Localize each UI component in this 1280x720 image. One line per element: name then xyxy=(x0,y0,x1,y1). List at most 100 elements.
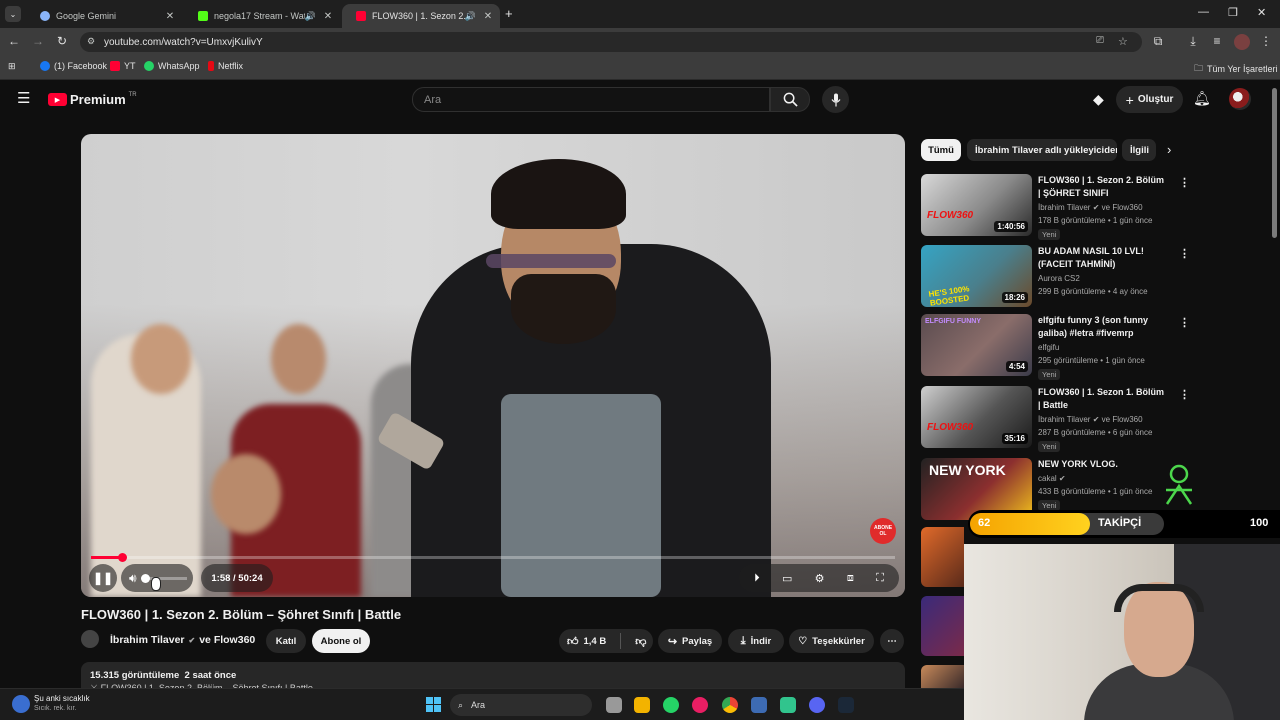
play-logo-icon: ▶ xyxy=(48,93,67,106)
address-bar[interactable]: ⚙ youtube.com/watch?v=UmxvjKulivY ⎚ ☆ xyxy=(80,32,1142,52)
bookmark-facebook[interactable]: (1) Facebook xyxy=(40,61,107,71)
app-icon[interactable] xyxy=(780,697,796,713)
hamburger-menu-icon[interactable]: ☰ xyxy=(17,91,30,106)
tab-gemini[interactable]: Google Gemini ✕ xyxy=(26,4,182,28)
tab-kick[interactable]: negola17 Stream - Watch L 🔊 ✕ xyxy=(184,4,340,28)
more-actions-button[interactable]: ⋯ xyxy=(880,629,904,653)
rec-channel[interactable]: İbrahim Tilaver ✔ ve Flow360 xyxy=(1038,415,1143,424)
media-player-icon[interactable] xyxy=(692,697,708,713)
chevron-right-icon[interactable]: › xyxy=(1167,142,1171,157)
more-vertical-icon[interactable]: ⋮ xyxy=(1179,176,1190,189)
subscribe-watermark-logo[interactable]: ABONE OL xyxy=(870,518,896,544)
whatsapp-icon[interactable] xyxy=(663,697,679,713)
video-thumbnail[interactable]: ELFGIFU FUNNY 4:54 xyxy=(921,314,1032,376)
video-thumbnail[interactable] xyxy=(921,596,964,656)
premium-diamond-icon[interactable]: ◆ xyxy=(1093,91,1104,108)
close-icon[interactable]: ✕ xyxy=(320,11,336,22)
thumbs-down-icon[interactable]: 👎︎ xyxy=(635,635,646,648)
more-vertical-icon[interactable]: ⋮ xyxy=(1179,247,1190,260)
account-avatar[interactable] xyxy=(1229,88,1251,110)
chip-all[interactable]: Tümü xyxy=(921,139,961,161)
join-button[interactable]: Katıl xyxy=(266,629,306,653)
restore-icon[interactable]: ❐ xyxy=(1228,6,1238,19)
miniplayer-icon[interactable]: ⧈ xyxy=(847,572,854,585)
bookmark-whatsapp[interactable]: WhatsApp xyxy=(144,61,200,71)
subscribe-button[interactable]: Abone ol xyxy=(312,629,370,653)
video-thumbnail[interactable]: FLOW360 35:16 xyxy=(921,386,1032,448)
close-window-icon[interactable]: ✕ xyxy=(1257,6,1266,19)
chip-uploader[interactable]: İbrahim Tilaver adlı yükleyiciden xyxy=(967,139,1117,161)
channel-avatar[interactable] xyxy=(81,630,99,648)
rec-channel[interactable]: cakal ✔ xyxy=(1038,474,1066,483)
like-button[interactable]: 👍︎ 1,4 B xyxy=(567,635,606,648)
recommendation-item[interactable]: HE'S 100% BOOSTED 18:26 BU ADAM NASIL 10… xyxy=(921,245,1190,309)
rec-channel[interactable]: elfgifu xyxy=(1038,343,1059,352)
profile-avatar[interactable] xyxy=(1234,34,1250,50)
download-icon[interactable]: ⤓ xyxy=(1185,34,1201,49)
channel-name[interactable]: İbrahim Tilaver ✔ ve Flow360 xyxy=(110,634,255,646)
video-thumbnail[interactable] xyxy=(921,665,964,688)
notifications-bell-icon[interactable]: 🔔︎ xyxy=(1193,90,1211,107)
settings-gear-icon[interactable]: ⚙ xyxy=(815,572,825,585)
rec-meta: 295 görüntüleme • 1 gün önce xyxy=(1038,356,1145,365)
task-view-icon[interactable] xyxy=(606,697,622,713)
share-button[interactable]: ↪ Paylaş xyxy=(658,629,722,653)
all-bookmarks[interactable]: 🗀 Tüm Yer İşaretleri xyxy=(1194,61,1278,77)
search-input[interactable]: Ara xyxy=(412,87,770,112)
rec-channel[interactable]: Aurora CS2 xyxy=(1038,274,1080,283)
close-icon[interactable]: ✕ xyxy=(162,11,178,22)
discord-icon[interactable] xyxy=(809,697,825,713)
fullscreen-icon[interactable]: ⛶ xyxy=(876,572,884,585)
windows-start-icon[interactable] xyxy=(426,697,441,712)
video-thumbnail[interactable]: FLOW360 1:40:56 xyxy=(921,174,1032,236)
download-button[interactable]: ⤓ İndir xyxy=(728,629,784,653)
more-vertical-icon[interactable]: ⋮ xyxy=(1179,316,1190,329)
reload-icon[interactable]: ↻ xyxy=(54,34,70,48)
recommendation-item[interactable]: ELFGIFU FUNNY 4:54 elfgifu funny 3 (son … xyxy=(921,314,1190,380)
recommendation-item[interactable]: FLOW360 1:40:56 FLOW360 | 1. Sezon 2. Bö… xyxy=(921,174,1190,240)
rec-channel[interactable]: İbrahim Tilaver ✔ ve Flow360 xyxy=(1038,203,1143,212)
bookmark-star-icon[interactable]: ☆ xyxy=(1118,35,1128,48)
voice-search-button[interactable] xyxy=(822,86,849,113)
file-explorer-icon[interactable] xyxy=(634,697,650,713)
progress-bar[interactable] xyxy=(91,553,895,562)
page-scrollbar[interactable] xyxy=(1272,88,1277,238)
pause-button[interactable]: ❚❚ xyxy=(89,564,117,592)
youtube-logo[interactable]: ▶ Premium TR xyxy=(48,92,137,107)
back-icon[interactable]: ← xyxy=(6,34,22,48)
chip-related[interactable]: İlgili xyxy=(1122,139,1156,161)
volume-slider[interactable] xyxy=(140,573,187,583)
weather-icon[interactable] xyxy=(12,695,30,713)
tab-search-icon[interactable]: ⌄ xyxy=(5,6,21,22)
extensions-icon[interactable]: ⧉ xyxy=(1150,34,1166,49)
steam-icon[interactable] xyxy=(838,697,854,713)
video-thumbnail[interactable] xyxy=(921,527,964,587)
menu-icon[interactable]: ⋮ xyxy=(1258,34,1274,48)
minimize-icon[interactable]: — xyxy=(1198,6,1209,18)
video-player[interactable]: ABONE OL ❚❚ 🔊︎ 1:58 / 50:24 ⏵ ▭ ⚙ ⧈ ⛶ xyxy=(81,134,905,597)
close-icon[interactable]: ✕ xyxy=(480,11,496,22)
app-icon[interactable] xyxy=(751,697,767,713)
speaker-icon[interactable]: 🔊 xyxy=(305,11,316,22)
speaker-icon[interactable]: 🔊 xyxy=(465,11,476,22)
search-button[interactable] xyxy=(770,87,810,112)
chrome-icon[interactable] xyxy=(722,697,738,713)
tab-youtube[interactable]: FLOW360 | 1. Sezon 2. Bölü 🔊 ✕ xyxy=(342,4,500,28)
autoplay-toggle-icon[interactable]: ⏵ xyxy=(754,572,760,585)
video-thumbnail[interactable]: HE'S 100% BOOSTED 18:26 xyxy=(921,245,1032,307)
bookmark-yt[interactable]: YT xyxy=(110,61,136,71)
media-icon[interactable]: ≡ xyxy=(1209,34,1225,48)
thanks-button[interactable]: ♡ Teşekkürler xyxy=(789,629,874,653)
recommendation-item[interactable]: FLOW360 35:16 FLOW360 | 1. Sezon 1. Bölü… xyxy=(921,386,1190,452)
site-info-icon[interactable]: ⚙ xyxy=(87,36,95,47)
create-button[interactable]: + Oluştur xyxy=(1116,86,1183,113)
volume-knob[interactable] xyxy=(140,573,150,583)
new-tab-icon[interactable]: + xyxy=(505,6,513,21)
cast-icon[interactable]: ⎚ xyxy=(1096,35,1104,46)
captions-icon[interactable]: ▭ xyxy=(782,572,792,585)
more-vertical-icon[interactable]: ⋮ xyxy=(1179,388,1190,401)
apps-icon[interactable]: ⊞ xyxy=(8,61,16,72)
bookmark-netflix[interactable]: Netflix xyxy=(208,61,243,71)
forward-icon[interactable]: → xyxy=(30,34,46,48)
taskbar-search[interactable]: ⌕ Ara xyxy=(450,694,592,716)
